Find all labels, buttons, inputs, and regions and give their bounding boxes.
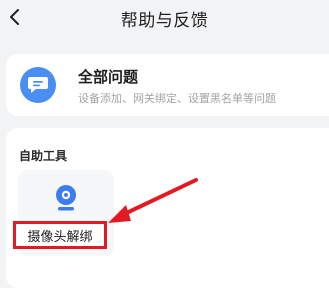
page-title: 帮助与反馈 [120,11,209,31]
camera-icon [56,185,76,211]
all-questions-card[interactable]: 全部问题 设备添加、网关绑定、设置黑名单等问题 [6,54,329,116]
all-questions-subtitle: 设备添加、网关绑定、设置黑名单等问题 [78,92,276,105]
all-questions-title: 全部问题 [78,68,139,86]
tool-label-highlight[interactable]: 摄像头解绑 [13,221,107,249]
tool-label: 摄像头解绑 [27,229,93,245]
chat-icon [20,67,56,103]
header: 帮助与反馈 [0,0,329,44]
section-title: 自助工具 [19,149,68,163]
self-help-tools-card: 自助工具 [6,128,329,288]
